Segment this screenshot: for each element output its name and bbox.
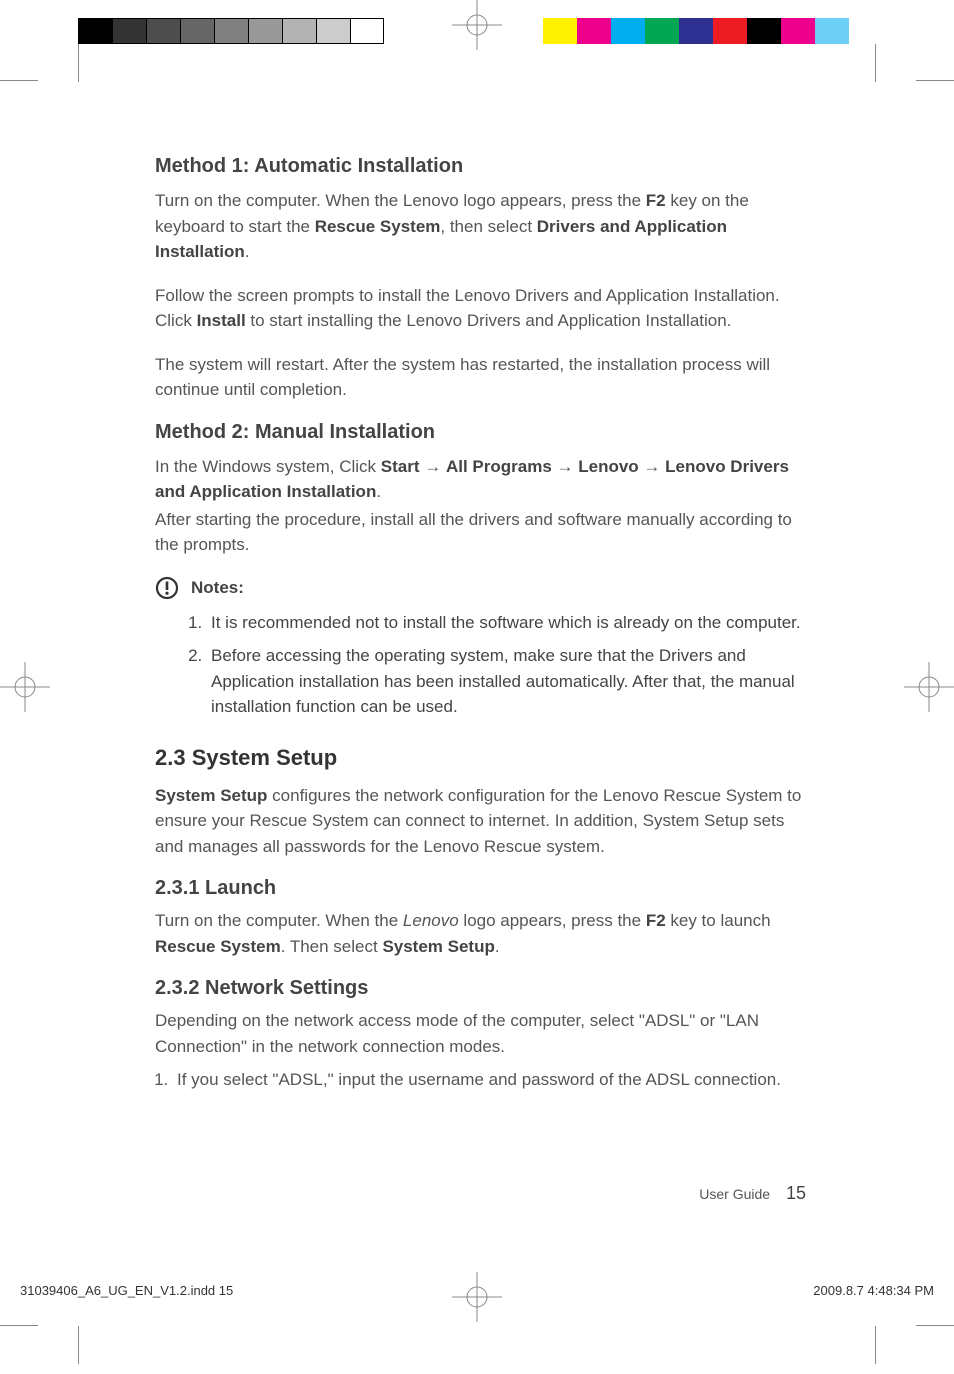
page-body: Method 1: Automatic Installation Turn on… [155,155,805,1093]
section-2-3-2-item-1: If you select "ADSL," input the username… [173,1067,805,1093]
crop-mark [916,80,954,81]
page-number: 15 [786,1183,806,1203]
section-2-3-1-heading: 2.3.1 Launch [155,877,805,900]
method1-para2: Follow the screen prompts to install the… [155,283,805,334]
slug-filename: 31039406_A6_UG_EN_V1.2.indd 15 [20,1283,233,1298]
section-2-3-2-heading: 2.3.2 Network Settings [155,977,805,1000]
warning-icon [155,576,179,600]
crop-mark [0,80,38,81]
method2-heading: Method 2: Manual Installation [155,421,805,444]
notes-header: Notes: [155,576,805,600]
registration-mark-left-icon [0,662,50,712]
crop-mark [916,1325,954,1326]
page-footer: User Guide 15 [699,1183,806,1204]
section-2-3-2-list: If you select "ADSL," input the username… [155,1067,805,1093]
notes-item-1: It is recommended not to install the sof… [207,610,805,636]
crop-mark [875,44,876,82]
notes-list: It is recommended not to install the sof… [187,610,805,720]
registration-mark-top-icon [452,0,502,50]
section-2-3-2-para: Depending on the network access mode of … [155,1008,805,1059]
crop-mark [875,1326,876,1364]
footer-label: User Guide [699,1186,770,1202]
registration-mark-right-icon [904,662,954,712]
crop-mark [78,1326,79,1364]
method2-para1: In the Windows system, Click Start → All… [155,454,805,505]
slug-timestamp: 2009.8.7 4:48:34 PM [813,1283,934,1298]
method2-para2: After starting the procedure, install al… [155,507,805,558]
crop-mark [78,44,79,82]
method1-para3: The system will restart. After the syste… [155,352,805,403]
section-2-3-para: System Setup configures the network conf… [155,783,805,860]
section-2-3-heading: 2.3 System Setup [155,745,805,771]
print-slug: 31039406_A6_UG_EN_V1.2.indd 15 2009.8.7 … [20,1283,934,1298]
crop-mark [0,1325,38,1326]
section-2-3-1-para: Turn on the computer. When the Lenovo lo… [155,908,805,959]
notes-label: Notes: [191,578,244,598]
method1-para1: Turn on the computer. When the Lenovo lo… [155,188,805,265]
method1-heading: Method 1: Automatic Installation [155,155,805,178]
notes-item-2: Before accessing the operating system, m… [207,643,805,720]
